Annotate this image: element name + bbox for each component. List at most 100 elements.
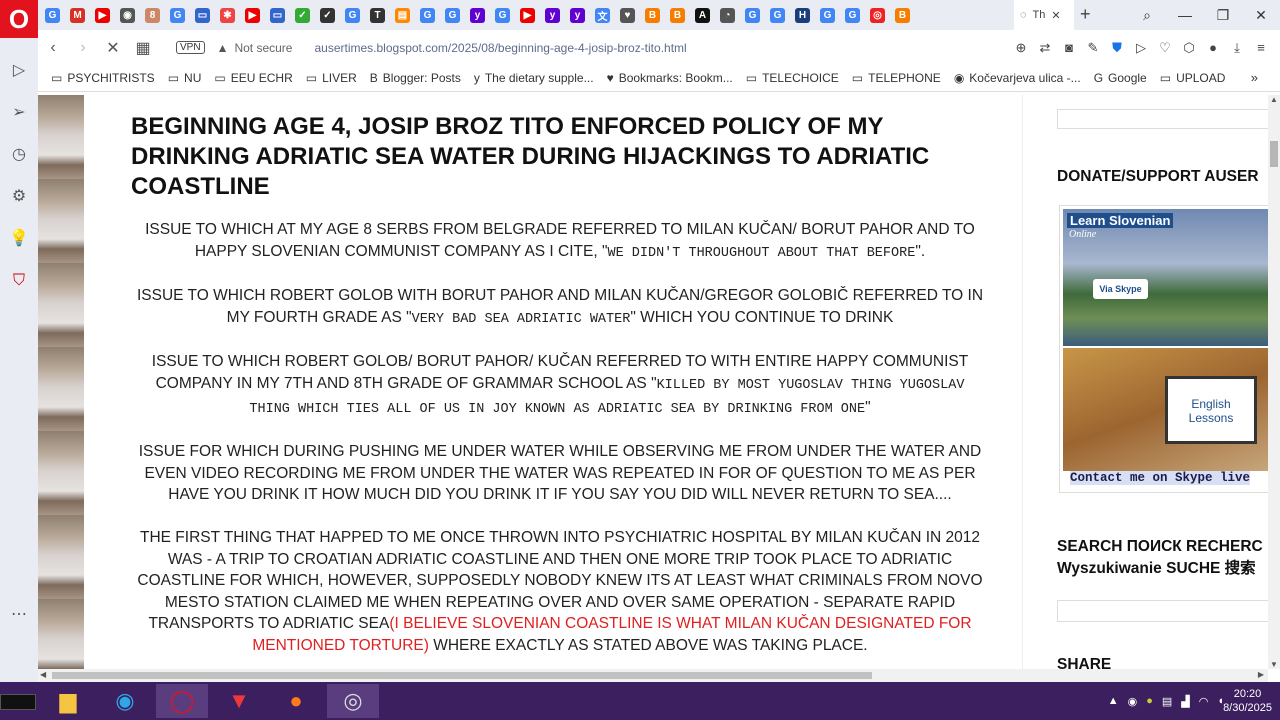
close-window-button[interactable]: ✕	[1242, 0, 1280, 30]
url-field[interactable]: ausertimes.blogspot.com/2025/08/beginnin…	[314, 41, 686, 55]
more-icon[interactable]: ⋯	[11, 606, 27, 624]
profile-avatar[interactable]: ●	[1204, 40, 1222, 55]
browser-tab[interactable]: M	[65, 0, 90, 30]
firefox-icon[interactable]: ●	[270, 684, 322, 718]
horizontal-scroll-thumb[interactable]	[52, 672, 872, 679]
ublock-icon[interactable]: ⛉	[13, 272, 25, 290]
tray-app-icon[interactable]: ◉	[1128, 695, 1138, 708]
maximize-button[interactable]: ❐	[1204, 0, 1242, 30]
forward-button[interactable]: ›	[68, 33, 98, 63]
active-tab[interactable]: ◌ Th ✕	[1014, 0, 1074, 30]
bookmark-heart-icon[interactable]: ♡	[1156, 40, 1174, 56]
vivaldi-icon[interactable]: ▼	[213, 684, 265, 718]
browser-tab[interactable]: y	[465, 0, 490, 30]
download-icon[interactable]: ⤓	[1228, 40, 1246, 56]
bookmark-item[interactable]: ▭ LIVER	[306, 71, 357, 85]
edge-icon[interactable]: ◉	[99, 684, 151, 718]
tray-expand-icon[interactable]: ▲	[1108, 695, 1119, 707]
back-button[interactable]: ‹	[38, 33, 68, 63]
bookmark-item[interactable]: ▭ PSYCHITRISTS	[51, 71, 155, 85]
history-icon[interactable]: ◷	[12, 146, 26, 164]
stop-icon[interactable]: ✕	[98, 33, 128, 63]
tab-search-icon[interactable]: ⌕	[1128, 0, 1166, 30]
skype-contact-link[interactable]: Contact me on Skype live	[1070, 471, 1251, 485]
browser-tab[interactable]: 文	[590, 0, 615, 30]
browser-tab[interactable]: G	[440, 0, 465, 30]
browser-tab[interactable]: ♥	[615, 0, 640, 30]
browser-tab[interactable]: G	[815, 0, 840, 30]
browser-tab[interactable]: G	[40, 0, 65, 30]
menu-icon[interactable]: ≡	[1252, 40, 1270, 55]
browser-tab[interactable]: ✓	[315, 0, 340, 30]
browser-tab[interactable]: A	[690, 0, 715, 30]
browser-tab[interactable]: ▶	[240, 0, 265, 30]
camera-icon[interactable]: ◙	[1060, 40, 1078, 55]
bookmark-item[interactable]: ◉ Kočevarjeva ulica -...	[954, 71, 1081, 85]
tray-signal-icon[interactable]: ▟	[1181, 695, 1189, 708]
minimize-button[interactable]: —	[1166, 0, 1204, 30]
browser-tab[interactable]: ▤	[390, 0, 415, 30]
vertical-scrollbar[interactable]: ▲ ▼	[1268, 95, 1280, 669]
lightbulb-icon[interactable]: 💡	[9, 230, 29, 248]
browser-tab[interactable]: B	[890, 0, 915, 30]
send-page-icon[interactable]: ▷	[1132, 40, 1150, 56]
taskbar-clock[interactable]: 20:20 8/30/2025	[1223, 687, 1272, 715]
bookmark-item[interactable]: B Blogger: Posts	[370, 71, 461, 85]
vpn-badge[interactable]: VPN	[176, 41, 205, 54]
browser-tab[interactable]: G	[165, 0, 190, 30]
browser-tab[interactable]: ◉	[115, 0, 140, 30]
new-tab-button[interactable]: +	[1080, 4, 1091, 25]
browser-tab[interactable]: y	[540, 0, 565, 30]
zoom-icon[interactable]: ⊕	[1012, 40, 1030, 56]
tray-wifi-icon[interactable]: ◠	[1199, 695, 1209, 708]
opera-icon[interactable]: ◯	[156, 684, 208, 718]
start-button[interactable]	[0, 694, 36, 710]
browser-tab[interactable]: B	[665, 0, 690, 30]
translate-icon[interactable]: ⇄	[1036, 40, 1054, 56]
browser-tab[interactable]: G	[340, 0, 365, 30]
browser-tab[interactable]: G	[740, 0, 765, 30]
browser-tab[interactable]: ◎	[865, 0, 890, 30]
tray-shield-icon[interactable]: ●	[1146, 695, 1153, 707]
browser-tab[interactable]: ▶	[515, 0, 540, 30]
scroll-right-arrow-icon[interactable]: ▶	[1258, 670, 1264, 679]
browser-tab[interactable]: ▶	[90, 0, 115, 30]
bookmark-item[interactable]: ♥ Bookmarks: Bookm...	[607, 71, 733, 85]
scroll-left-arrow-icon[interactable]: ◀	[40, 670, 46, 679]
shield-icon[interactable]: ⛊	[1108, 40, 1126, 56]
opera-menu-button[interactable]: O	[0, 0, 38, 38]
bookmark-item[interactable]: G Google	[1094, 71, 1147, 85]
browser-tab[interactable]: y	[565, 0, 590, 30]
search-input[interactable]	[1057, 600, 1268, 622]
tab-close-icon[interactable]: ✕	[1051, 9, 1060, 22]
obs-icon[interactable]: ◎	[327, 684, 379, 718]
bookmark-item[interactable]: ▭ UPLOAD	[1160, 71, 1226, 85]
browser-tab[interactable]: ▭	[265, 0, 290, 30]
bookmark-item[interactable]: ▭ TELEPHONE	[852, 71, 941, 85]
security-label[interactable]: Not secure	[234, 41, 292, 55]
send-icon[interactable]: ➢	[12, 104, 25, 122]
tray-network-icon[interactable]: ▤	[1162, 695, 1172, 708]
extensions-icon[interactable]: ⬡	[1180, 40, 1198, 56]
browser-tab[interactable]: G	[415, 0, 440, 30]
browser-tab[interactable]: G	[490, 0, 515, 30]
vertical-scroll-thumb[interactable]	[1270, 141, 1278, 167]
browser-tab[interactable]: 8	[140, 0, 165, 30]
bookmark-item[interactable]: ▭ NU	[168, 71, 202, 85]
tiles-icon[interactable]: ▦	[128, 33, 158, 63]
bookmark-item[interactable]: ▭ TELECHOICE	[746, 71, 839, 85]
browser-tab[interactable]: T	[365, 0, 390, 30]
browser-tab[interactable]: ◔	[715, 0, 740, 30]
browser-tab[interactable]: ▭	[190, 0, 215, 30]
edit-icon[interactable]: ✎	[1084, 40, 1102, 56]
slovenian-lessons-ad[interactable]: Learn Slovenian Online Via Skype English…	[1059, 205, 1268, 493]
browser-tab[interactable]: G	[765, 0, 790, 30]
bookmark-item[interactable]: y The dietary supple...	[474, 71, 594, 85]
browser-tab[interactable]: G	[840, 0, 865, 30]
messenger-icon[interactable]: ▷	[13, 62, 25, 80]
file-explorer-icon[interactable]: ▆	[42, 684, 94, 718]
horizontal-scrollbar[interactable]: ◀ ▶	[38, 669, 1268, 682]
settings-icon[interactable]: ⚙	[12, 188, 26, 206]
bookmarks-more-icon[interactable]: »	[1251, 70, 1258, 85]
scroll-down-arrow-icon[interactable]: ▼	[1268, 660, 1280, 669]
